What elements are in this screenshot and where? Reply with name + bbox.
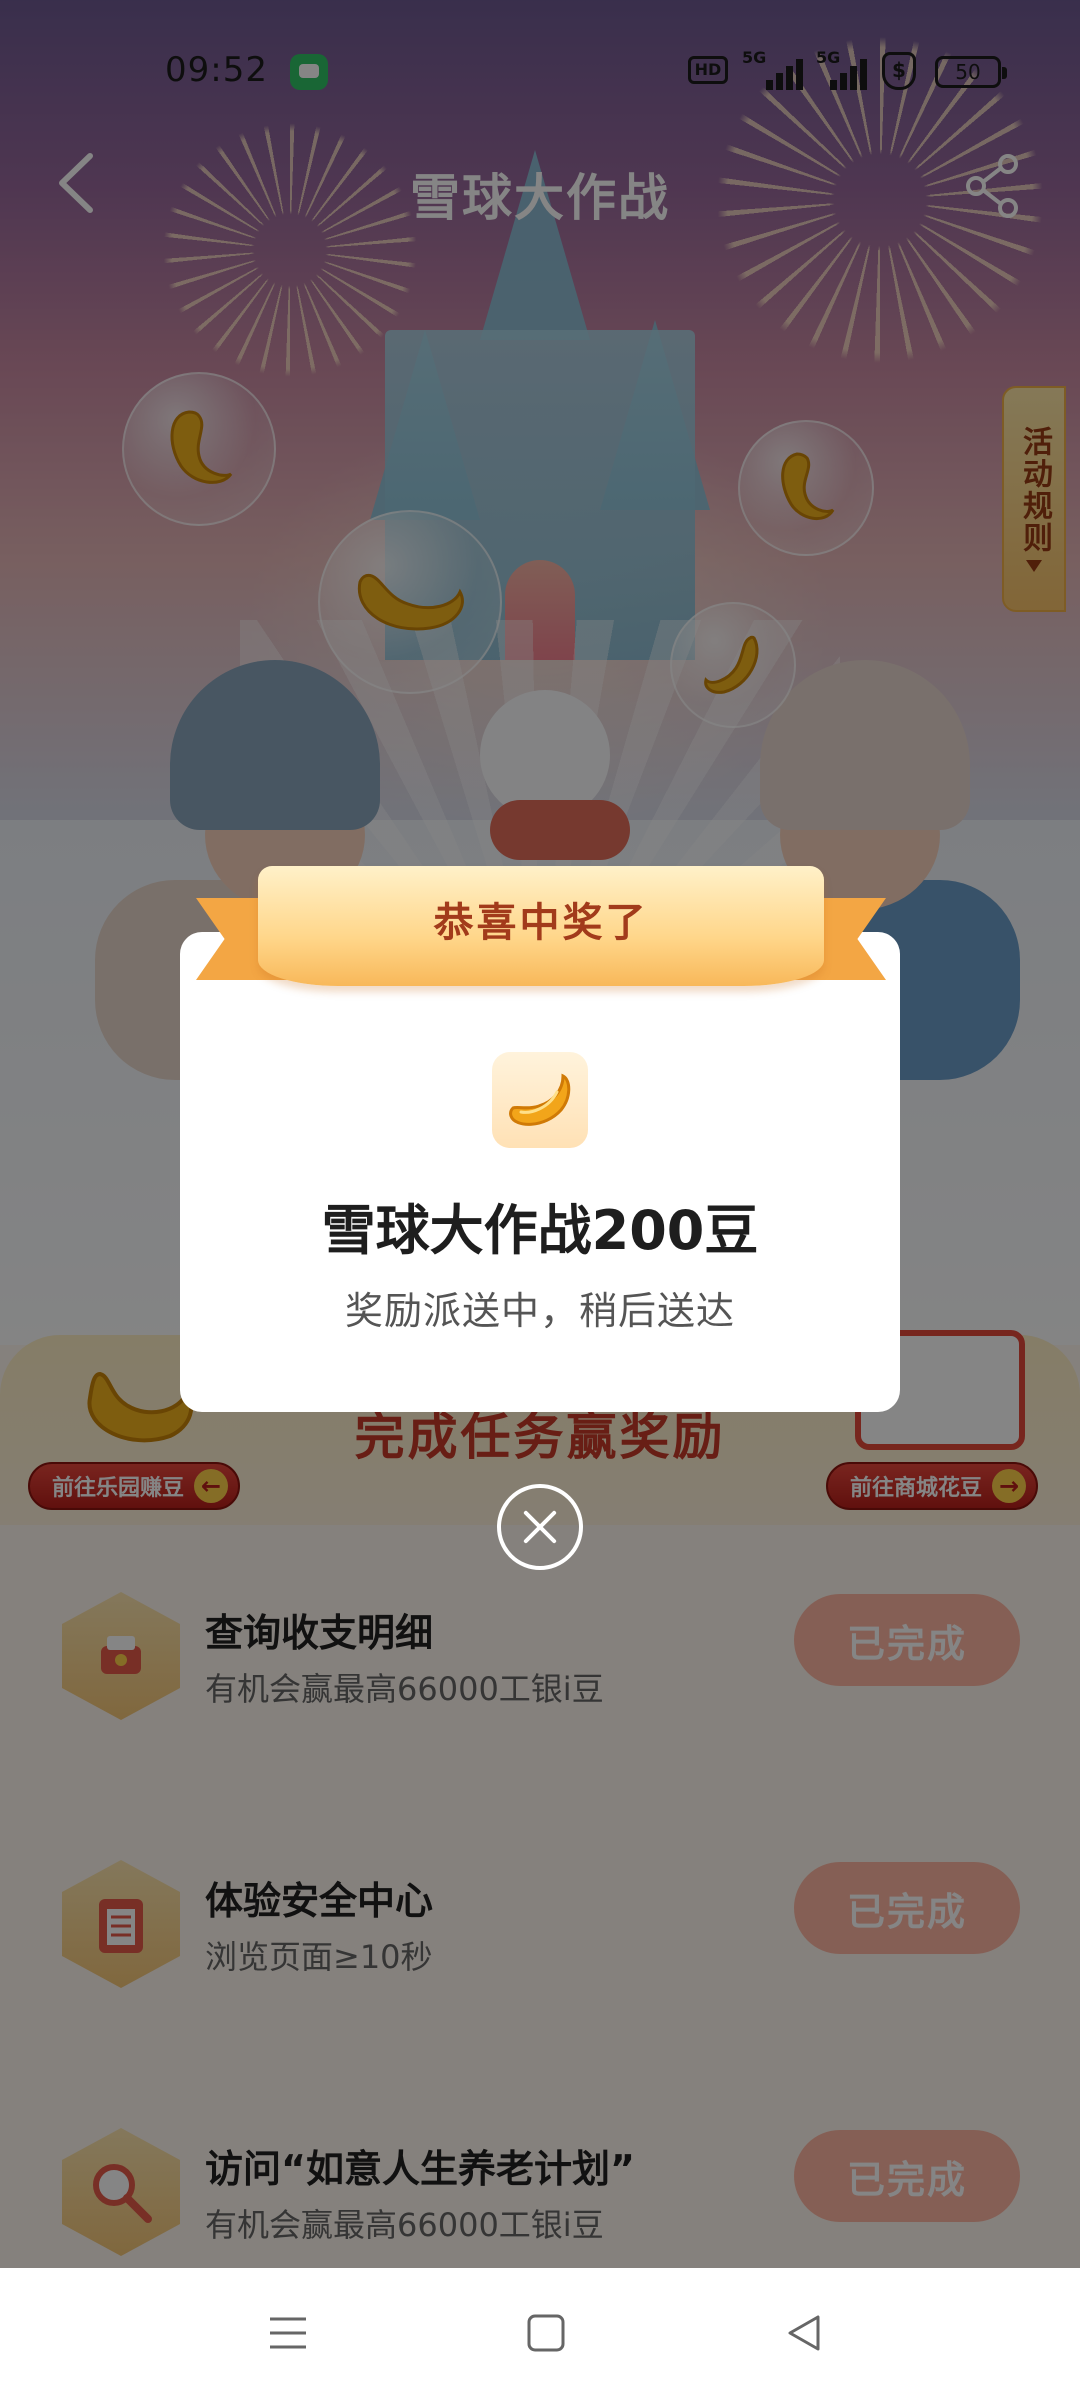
menu-icon bbox=[270, 2317, 306, 2349]
bean-prize-icon bbox=[492, 1052, 588, 1148]
congrats-ribbon: 恭喜中奖了 bbox=[196, 858, 886, 1008]
home-square-icon bbox=[527, 2314, 565, 2352]
prize-title: 雪球大作战200豆 bbox=[321, 1199, 759, 1262]
back-triangle-icon bbox=[788, 2315, 820, 2351]
home-button[interactable] bbox=[506, 2298, 586, 2368]
close-icon[interactable] bbox=[497, 1484, 583, 1570]
system-nav-bar bbox=[0, 2268, 1080, 2400]
bean-icon bbox=[509, 1073, 571, 1126]
back-nav-button[interactable] bbox=[764, 2298, 844, 2368]
prize-subtitle: 奖励派送中，稍后送达 bbox=[344, 1289, 735, 1333]
menu-button[interactable] bbox=[248, 2298, 328, 2368]
congrats-title: 恭喜中奖了 bbox=[433, 900, 649, 946]
